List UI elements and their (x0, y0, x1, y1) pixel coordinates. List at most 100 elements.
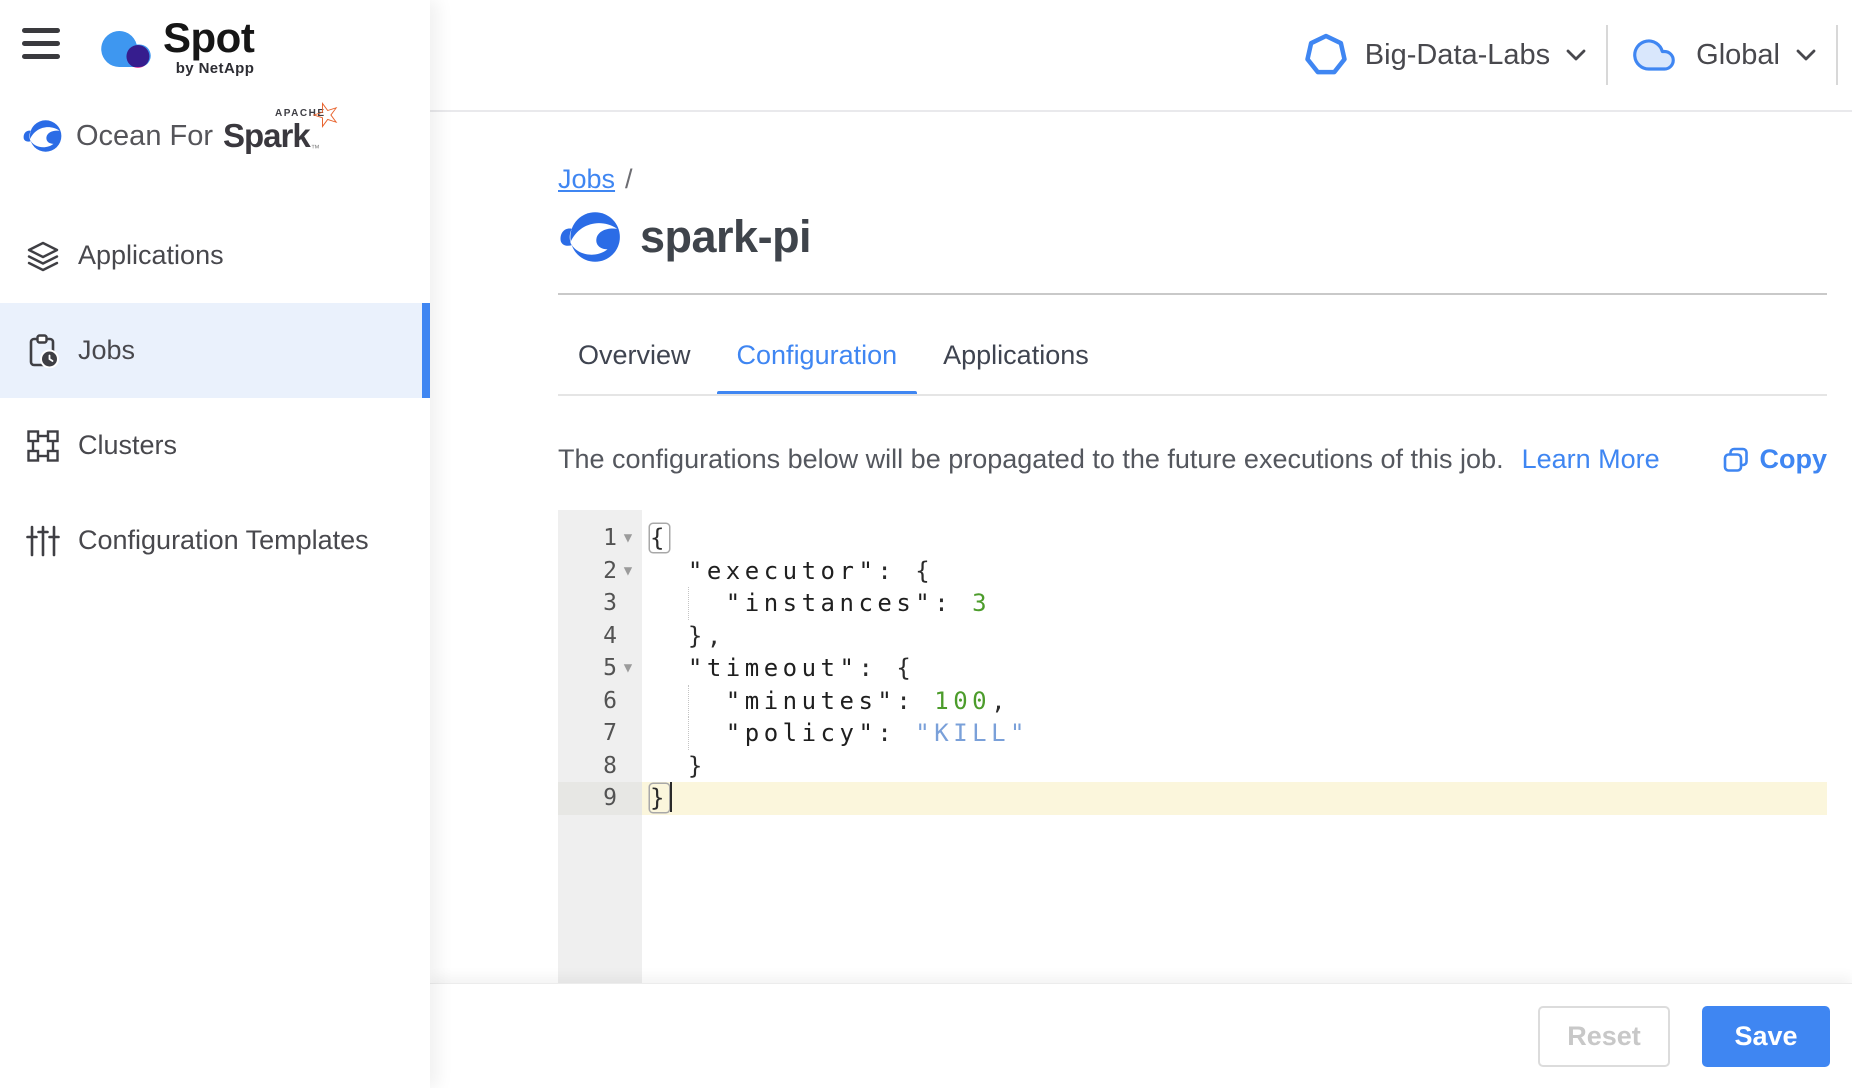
sliders-icon (26, 524, 60, 558)
line-number: 4 (603, 623, 617, 649)
line-number: 7 (603, 720, 617, 746)
code-line-4: }, (642, 620, 1827, 653)
reset-button[interactable]: Reset (1538, 1006, 1670, 1067)
fold-arrow-icon[interactable]: ▼ (619, 530, 637, 546)
fold-arrow-icon[interactable]: ▼ (619, 660, 637, 676)
editor-code-area[interactable]: { "executor": { "instances": 3 }, "timeo… (642, 510, 1827, 983)
spot-logo-text: Spot (163, 14, 254, 62)
sidebar-item-jobs[interactable]: Jobs (0, 303, 430, 398)
suite-prefix-label: Ocean For (76, 120, 213, 153)
copy-button-label: Copy (1760, 444, 1828, 475)
tab-configuration[interactable]: Configuration (717, 330, 918, 396)
code-line-1: { (642, 522, 1827, 555)
line-number: 5 (603, 655, 617, 681)
top-bar: Big-Data-Labs Global (430, 0, 1852, 112)
sidebar-item-label: Applications (78, 240, 224, 271)
line-number: 2 (603, 558, 617, 584)
code-token: : (877, 719, 915, 747)
code-line-2: "executor": { (642, 555, 1827, 588)
code-line-5: "timeout": { (642, 652, 1827, 685)
code-token: "timeout" (688, 654, 859, 682)
matched-bracket: } (650, 784, 669, 812)
gutter-line-number[interactable]: 3 (558, 587, 642, 620)
code-line-7: "policy": "KILL" (642, 717, 1827, 750)
chevron-down-icon (1566, 49, 1586, 61)
tab-overview[interactable]: Overview (558, 330, 711, 396)
json-config-editor[interactable]: 1▼2▼345▼6789 { "executor": { "instances"… (558, 510, 1827, 983)
region-name: Global (1696, 39, 1780, 72)
tab-label: Overview (578, 340, 691, 370)
copy-icon (1722, 446, 1750, 474)
trademark-symbol: ™ (311, 143, 320, 153)
breadcrumb: Jobs / (558, 164, 633, 195)
code-token: "KILL" (915, 719, 1029, 747)
line-number: 8 (603, 753, 617, 779)
main-area: Big-Data-Labs Global (430, 0, 1852, 1088)
line-number: 9 (603, 785, 617, 811)
ocean-for-spark-logo: Ocean For APACHE ☆ Spark ™ (22, 116, 336, 156)
line-number: 6 (603, 688, 617, 714)
region-selector[interactable]: Global (1628, 34, 1816, 76)
spot-cloud-icon (95, 22, 157, 76)
spot-logo[interactable]: Spot by NetApp (95, 14, 254, 77)
sidebar-item-label: Configuration Templates (78, 525, 369, 556)
learn-more-link[interactable]: Learn More (1522, 444, 1660, 475)
gutter-line-number[interactable]: 6 (558, 685, 642, 718)
copy-button[interactable]: Copy (1722, 444, 1828, 475)
sidebar-item-applications[interactable]: Applications (0, 208, 430, 303)
active-accent-bar (422, 303, 430, 398)
page-title: spark-pi (640, 211, 811, 263)
apache-spark-logo: APACHE ☆ Spark ™ (223, 117, 336, 155)
sidebar-item-label: Clusters (78, 430, 177, 461)
sidebar-item-configuration-templates[interactable]: Configuration Templates (0, 493, 430, 588)
cluster-grid-icon (26, 429, 60, 463)
code-token: 3 (972, 589, 991, 617)
code-token (650, 557, 688, 585)
breadcrumb-separator: / (625, 164, 633, 194)
heptagon-account-icon (1303, 32, 1349, 78)
code-token: "instances" (726, 589, 934, 617)
hamburger-menu-icon[interactable] (22, 28, 62, 64)
code-token: "policy" (726, 719, 878, 747)
tab-label: Applications (943, 340, 1089, 370)
code-token: 100 (934, 687, 991, 715)
tab-bar: Overview Configuration Applications (558, 330, 1115, 396)
breadcrumb-jobs-link[interactable]: Jobs (558, 164, 615, 194)
spark-star-icon: ☆ (306, 91, 347, 138)
sidebar-item-clusters[interactable]: Clusters (0, 398, 430, 493)
sidebar-nav: Applications Jobs Clusters Configuration Te… (0, 208, 430, 588)
gutter-line-number[interactable]: 5▼ (558, 652, 642, 685)
gutter-line-number[interactable]: 4 (558, 620, 642, 653)
matched-bracket: { (650, 524, 669, 552)
header-divider (1836, 25, 1838, 85)
code-token: : (896, 687, 934, 715)
app-window: Spot by NetApp Ocean For APACHE ☆ Spark … (0, 0, 1852, 1088)
tab-applications[interactable]: Applications (923, 330, 1109, 396)
job-title-row: spark-pi (558, 206, 811, 268)
code-token: : (934, 589, 972, 617)
gutter-line-number[interactable]: 7 (558, 717, 642, 750)
indent-guide (688, 685, 689, 718)
title-divider (558, 293, 1827, 295)
gutter-line-number[interactable]: 2▼ (558, 555, 642, 588)
tabs-underline-track (558, 394, 1827, 396)
gutter-line-number[interactable]: 9 (558, 782, 642, 815)
action-footer: Reset Save (430, 983, 1852, 1088)
code-token: "minutes" (726, 687, 897, 715)
account-name: Big-Data-Labs (1365, 39, 1550, 72)
line-number: 1 (603, 525, 617, 551)
account-selector[interactable]: Big-Data-Labs (1303, 32, 1586, 78)
ocean-wave-icon (22, 116, 64, 156)
gutter-line-number[interactable]: 8 (558, 750, 642, 783)
gutter-line-number[interactable]: 1▼ (558, 522, 642, 555)
fold-arrow-icon[interactable]: ▼ (619, 563, 637, 579)
text-cursor (670, 782, 673, 812)
code-line-8: } (642, 750, 1827, 783)
clipboard-clock-icon (26, 334, 60, 368)
header-divider (1606, 25, 1608, 85)
line-number: 3 (603, 590, 617, 616)
config-description-row: The configurations below will be propaga… (558, 444, 1827, 475)
editor-gutter[interactable]: 1▼2▼345▼6789 (558, 510, 642, 983)
save-button[interactable]: Save (1702, 1006, 1830, 1067)
code-token: : { (858, 654, 915, 682)
